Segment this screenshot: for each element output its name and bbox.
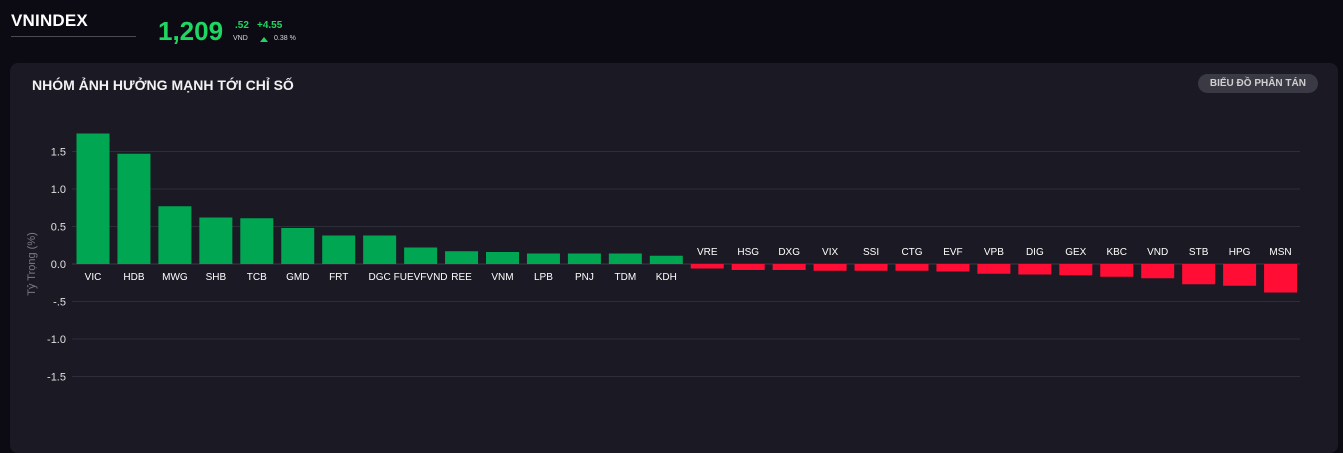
category-label: VIX (822, 247, 838, 258)
bar (854, 264, 888, 271)
y-tick-label: 1.0 (51, 184, 66, 196)
y-tick-label: -.5 (53, 297, 66, 309)
y-axis-title: Tỷ Trọng (%) (26, 232, 38, 296)
category-label: HDB (123, 272, 144, 283)
category-label: CTG (901, 247, 922, 258)
bar (322, 235, 356, 264)
category-label: KDH (656, 272, 677, 283)
y-tick-label: 0.5 (51, 222, 66, 234)
category-label: DIG (1026, 247, 1044, 258)
category-label: FRT (329, 272, 348, 283)
bar (76, 133, 110, 264)
category-label: VIC (85, 272, 102, 283)
bar (731, 264, 765, 270)
bar (1059, 264, 1093, 276)
bar (567, 253, 601, 264)
category-label: MSN (1269, 247, 1291, 258)
category-label: GEX (1065, 247, 1086, 258)
category-label: VNM (491, 272, 513, 283)
bar (1141, 264, 1175, 279)
bar (608, 253, 642, 264)
bar (404, 247, 438, 264)
bar (1223, 264, 1257, 286)
category-label: HPG (1229, 247, 1251, 258)
bar (281, 228, 315, 264)
y-tick-label: -1.0 (47, 334, 66, 346)
category-label: STB (1189, 247, 1209, 258)
category-label: GMD (286, 272, 309, 283)
bar (813, 264, 847, 271)
category-label: REE (451, 272, 472, 283)
category-label: KBC (1106, 247, 1127, 258)
bar (445, 251, 479, 264)
bar (1182, 264, 1216, 285)
bar (1100, 264, 1134, 277)
category-label: VPB (984, 247, 1004, 258)
bar (977, 264, 1011, 274)
category-label: VND (1147, 247, 1168, 258)
bar (199, 217, 233, 264)
category-label: HSG (737, 247, 759, 258)
bar (486, 252, 519, 264)
bar (649, 255, 683, 264)
category-label: SSI (863, 247, 879, 258)
bar (936, 264, 970, 272)
y-tick-label: -1.5 (47, 372, 66, 384)
y-tick-label: 1.5 (51, 147, 66, 159)
category-label: TCB (247, 272, 267, 283)
category-label: VRE (697, 247, 718, 258)
bar (1264, 264, 1298, 293)
impact-bar-chart: 1.5 1.0 0.5 0.0 -.5 -1.0 -1.5 Tỷ Trọng (%) VIC HD… (26, 133, 1300, 384)
bar (772, 264, 806, 270)
bar (158, 206, 192, 264)
category-label: EVF (943, 247, 962, 258)
category-label: PNJ (575, 272, 594, 283)
bar (526, 253, 560, 264)
category-label: SHB (206, 272, 227, 283)
category-label: TDM (615, 272, 637, 283)
category-label: MWG (162, 272, 188, 283)
bar (1018, 264, 1052, 275)
category-label: LPB (534, 272, 553, 283)
bar (240, 218, 274, 264)
category-label: DXG (778, 247, 800, 258)
bar (117, 153, 151, 264)
y-tick-label: 0.0 (51, 259, 66, 271)
bar (363, 235, 397, 264)
bar (690, 264, 724, 269)
category-label: DGC (369, 272, 391, 283)
category-label: FUEVFVND (394, 272, 448, 283)
bar (895, 264, 929, 271)
